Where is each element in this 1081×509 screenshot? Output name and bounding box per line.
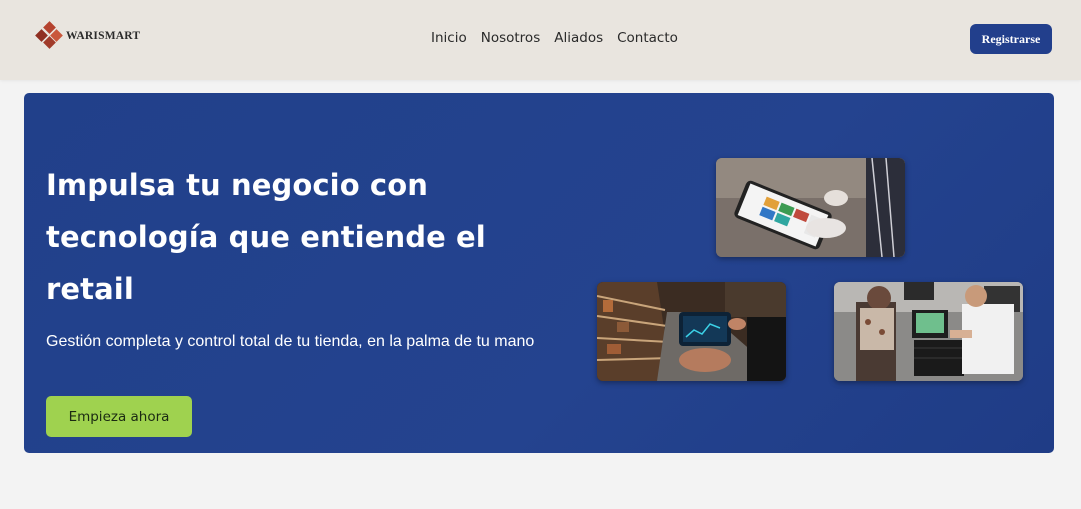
main-nav: Inicio Nosotros Aliados Contacto (431, 30, 678, 46)
pos-station-photo (834, 282, 1023, 381)
nav-aliados[interactable]: Aliados (554, 30, 603, 46)
logo[interactable]: WARISMART (35, 21, 141, 49)
nav-contacto[interactable]: Contacto (617, 30, 678, 46)
hero-banner: Impulsa tu negocio con tecnología que en… (24, 93, 1054, 453)
start-now-button[interactable]: Empieza ahora (46, 396, 192, 437)
diamond-logo-icon (35, 21, 63, 49)
tablet-pos-photo (716, 158, 905, 257)
nav-inicio[interactable]: Inicio (431, 30, 467, 46)
warehouse-tablet-photo (597, 282, 786, 381)
hero-subtitle: Gestión completa y control total de tu t… (46, 333, 535, 350)
logo-text: WARISMART (66, 30, 141, 42)
site-header: WARISMART Inicio Nosotros Aliados Contac… (0, 0, 1081, 80)
nav-nosotros[interactable]: Nosotros (481, 30, 541, 46)
hero-title: Impulsa tu negocio con tecnología que en… (46, 168, 486, 306)
register-button[interactable]: Registrarse (970, 24, 1052, 54)
